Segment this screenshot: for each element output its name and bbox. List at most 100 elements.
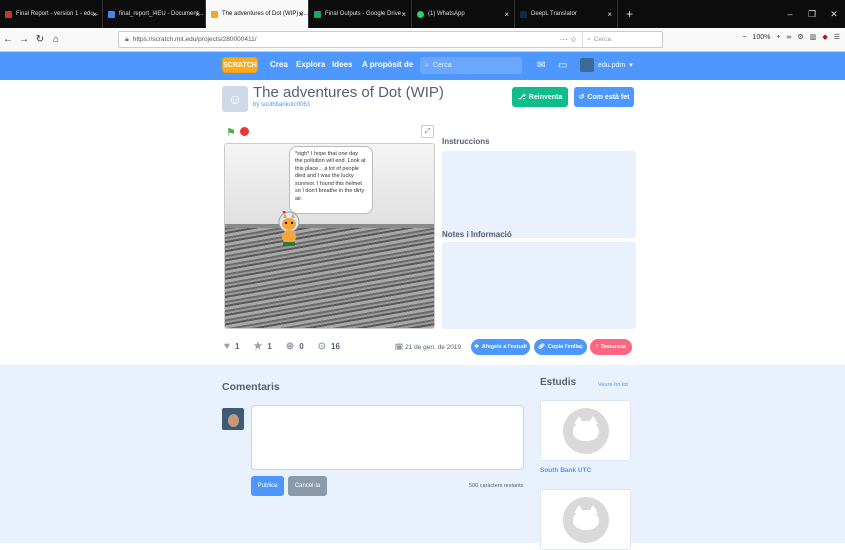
- browser-tab[interactable]: Final Report - version 1 - edu... ×: [0, 0, 103, 28]
- nav-create[interactable]: Crea: [270, 60, 288, 69]
- chevron-down-icon: ▾: [629, 62, 633, 69]
- close-icon[interactable]: ×: [298, 10, 303, 19]
- studio-card[interactable]: [540, 489, 631, 550]
- extension-icon[interactable]: ∞: [786, 34, 791, 41]
- project-stats: ♥ 1 ★ 1 ⊛ 0 ⊙ 16: [224, 341, 354, 352]
- tab-label: Final Outputs - Google Drive: [325, 11, 402, 17]
- page-actions[interactable]: ··· ☆: [560, 35, 577, 44]
- browser-tab[interactable]: final_report_I4EU - Document... ×: [103, 0, 206, 28]
- studio-name[interactable]: South Bank UTC: [540, 467, 591, 474]
- love-count: 1: [234, 342, 240, 351]
- calendar-icon: 🗓︎: [395, 344, 406, 351]
- comments-title: Comentaris: [222, 381, 280, 393]
- copy-link-button[interactable]: 🔗︎ Copia l'enllaç: [534, 339, 587, 355]
- url-text: https://scratch.mit.edu/projects/2800004…: [132, 36, 257, 43]
- window-controls: – ❐ ✕: [779, 0, 845, 28]
- studio-card[interactable]: [540, 400, 631, 461]
- back-icon[interactable]: ←: [0, 34, 16, 45]
- zoom-level[interactable]: 100%: [752, 34, 770, 41]
- project-page: ☺ The adventures of Dot (WIP) by southba…: [0, 80, 845, 365]
- notes-box[interactable]: [442, 242, 636, 329]
- scratch-logo[interactable]: SCRATCH: [222, 57, 258, 73]
- publish-button[interactable]: Publica: [251, 476, 284, 496]
- scratch-icon: [211, 10, 218, 18]
- search-placeholder: Cerca: [432, 62, 452, 69]
- close-icon[interactable]: ×: [195, 10, 200, 19]
- library-icon[interactable]: ▥: [810, 33, 817, 41]
- views-stat: ⊙ 16: [318, 341, 340, 352]
- eye-icon: ⊙: [317, 341, 327, 352]
- addon-icon[interactable]: ◆: [822, 33, 827, 41]
- home-icon[interactable]: ⌂: [48, 34, 64, 45]
- new-tab-button[interactable]: +: [618, 0, 641, 28]
- add-to-studio-button[interactable]: ✚ Afegeix a l'estudi: [471, 339, 530, 355]
- tab-label: (1) WhatsApp: [428, 11, 465, 17]
- remix-stat: ⊛ 0: [286, 341, 304, 352]
- avatar: [580, 58, 594, 72]
- browser-tab-bar: Final Report - version 1 - edu... × final…: [0, 0, 845, 28]
- user-avatar: [222, 408, 244, 430]
- browser-search-input[interactable]: ⌕ Cerca: [582, 32, 662, 47]
- plus-icon: ✚: [474, 344, 479, 350]
- green-flag-icon[interactable]: ⚑: [226, 126, 236, 139]
- remix-count-icon: ⊛: [285, 341, 295, 352]
- favorite-stat[interactable]: ★ 1: [253, 341, 271, 352]
- cancel-button[interactable]: Cancel·la: [288, 476, 327, 496]
- nav-explore[interactable]: Explora: [296, 60, 325, 69]
- remix-count: 0: [299, 342, 304, 351]
- messages-icon[interactable]: ✉: [537, 60, 545, 71]
- user-menu[interactable]: edu.pdm ▾: [580, 58, 633, 72]
- project-stage[interactable]: *sigh* I hope that one day the pollution…: [224, 143, 435, 329]
- lock-icon: 🔒︎: [125, 35, 129, 43]
- heart-icon: ♥: [224, 341, 230, 352]
- date-text: 21 de gen. de 2019: [405, 344, 462, 351]
- zoom-out-icon[interactable]: −: [742, 34, 746, 41]
- url-bar[interactable]: 🔒︎ https://scratch.mit.edu/projects/2800…: [118, 31, 663, 48]
- settings-icon[interactable]: ⚙: [797, 33, 803, 41]
- browser-tab-active[interactable]: The adventures of Dot (WIP) o... ×: [206, 0, 309, 28]
- forward-icon[interactable]: →: [16, 34, 32, 45]
- tab-label: The adventures of Dot (WIP) o...: [222, 11, 309, 17]
- fullscreen-icon[interactable]: ⤢: [421, 125, 434, 138]
- browser-toolbar: − 100% + ∞ ⚙ ▥ ◆ ☰: [742, 33, 840, 42]
- nav-ideas[interactable]: Idees: [332, 60, 352, 69]
- remix-label: Reinventa: [528, 93, 563, 101]
- maximize-icon[interactable]: ❐: [801, 9, 823, 20]
- love-stat[interactable]: ♥ 1: [224, 341, 239, 352]
- characters-left: 500 caràcters restants: [469, 483, 524, 489]
- report-button[interactable]: ! Denuncia: [590, 339, 632, 355]
- view-count: 16: [331, 342, 340, 351]
- remix-button[interactable]: ⎇ Reinventa: [512, 87, 568, 107]
- browser-nav-bar: ← → ↻ ⌂ 🔒︎ https://scratch.mit.edu/proje…: [0, 28, 845, 52]
- stop-icon[interactable]: [240, 127, 249, 136]
- see-all-link[interactable]: Veure-ho tot: [598, 382, 628, 388]
- comments-studios-section: Comentaris Publica Cancel·la 500 caràcte…: [0, 365, 845, 550]
- scratch-search-input[interactable]: ⌕ Cerca: [420, 57, 522, 74]
- project-title[interactable]: The adventures of Dot (WIP): [253, 84, 444, 101]
- project-thumbnail-icon: ☺: [222, 86, 248, 112]
- reload-icon[interactable]: ↻: [32, 34, 48, 45]
- nav-about[interactable]: A propòsit de: [362, 60, 413, 69]
- close-window-icon[interactable]: ✕: [823, 9, 845, 20]
- browser-tab[interactable]: Final Outputs - Google Drive ×: [309, 0, 412, 28]
- menu-icon[interactable]: ☰: [834, 33, 840, 41]
- instructions-label: Instruccions: [442, 137, 490, 146]
- instructions-box[interactable]: [442, 151, 636, 238]
- browser-tab[interactable]: DeepL Translator ×: [515, 0, 618, 28]
- copy-link-label: Copia l'enllaç: [547, 344, 584, 350]
- zoom-in-icon[interactable]: +: [776, 34, 780, 41]
- close-icon[interactable]: ×: [607, 10, 612, 19]
- comment-input[interactable]: [251, 405, 524, 470]
- browser-tab[interactable]: (1) WhatsApp ×: [412, 0, 515, 28]
- document-icon: [5, 10, 12, 18]
- cat-sprite: [278, 211, 300, 246]
- close-icon[interactable]: ×: [92, 10, 97, 19]
- remix-icon: ⎇: [517, 94, 526, 101]
- close-icon[interactable]: ×: [401, 10, 406, 19]
- see-inside-button[interactable]: ↺ Com està fet: [574, 87, 634, 107]
- minimize-icon[interactable]: –: [779, 9, 801, 19]
- my-stuff-icon[interactable]: ▭: [558, 60, 567, 71]
- project-author[interactable]: by southbankutc0063: [253, 102, 310, 108]
- close-icon[interactable]: ×: [504, 10, 509, 19]
- search-icon: ⌕: [425, 61, 429, 69]
